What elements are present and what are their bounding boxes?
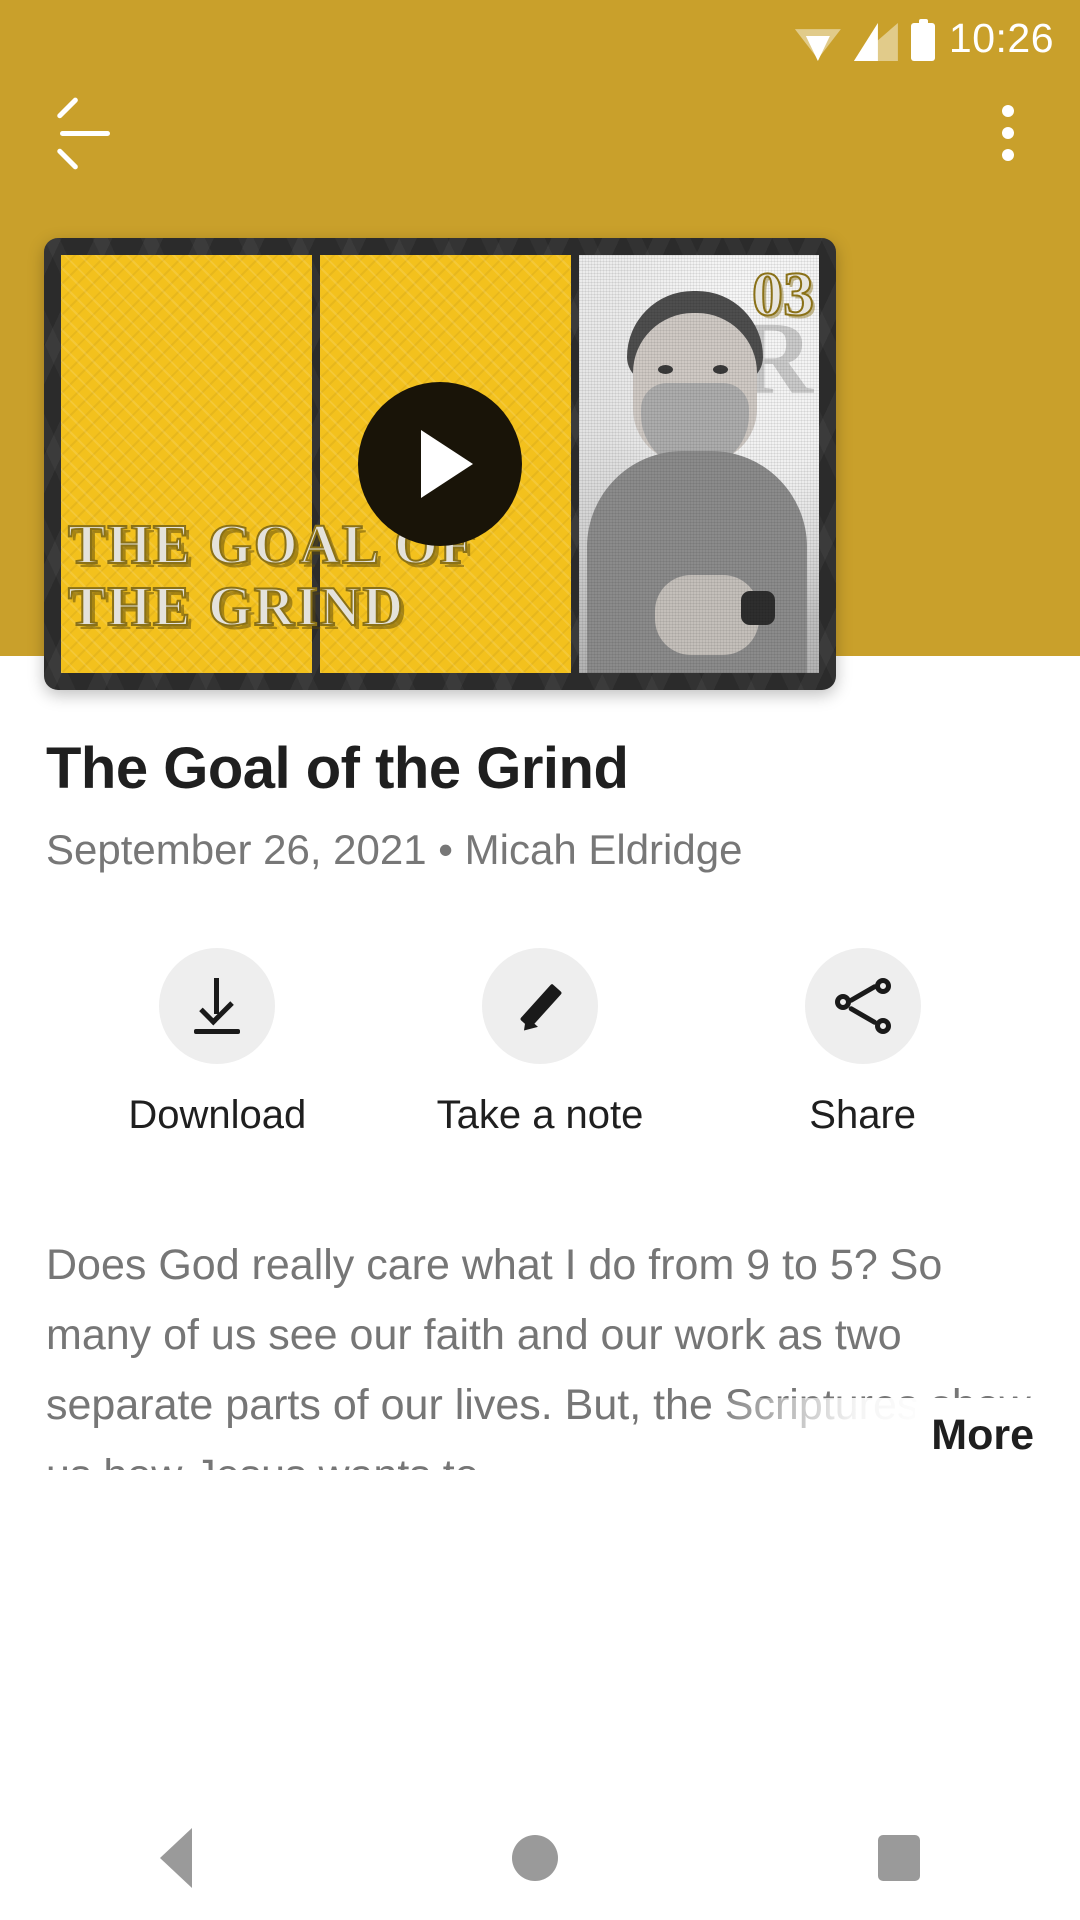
status-bar-clock: 10:26 <box>948 15 1054 61</box>
battery-icon <box>910 19 935 61</box>
take-note-label: Take a note <box>436 1093 644 1137</box>
share-button[interactable] <box>804 948 921 1064</box>
action-row: Download Take a note Share <box>0 948 1080 1138</box>
back-button[interactable] <box>36 78 132 188</box>
take-note-button[interactable] <box>482 948 598 1064</box>
artwork-panel-left <box>61 255 312 673</box>
episode-number: 03 <box>751 261 815 329</box>
overflow-menu-button[interactable] <box>960 78 1056 188</box>
video-thumbnail-card[interactable]: R 03 THE GOAL OF THE GRIND <box>44 238 836 690</box>
detail-content: The Goal of the Grind September 26, 2021… <box>0 700 1080 1470</box>
status-bar: 10:26 <box>0 0 1080 76</box>
back-arrow-icon <box>56 96 110 171</box>
share-action[interactable]: Share <box>701 948 1024 1138</box>
more-vertical-icon <box>1002 105 1014 117</box>
app-bar <box>0 78 1080 188</box>
download-label: Download <box>128 1093 307 1137</box>
more-button[interactable]: More <box>915 1404 1034 1466</box>
page-title: The Goal of the Grind <box>46 736 629 801</box>
description-text: Does God really care what I do from 9 to… <box>46 1241 1031 1470</box>
wifi-icon <box>794 23 841 61</box>
system-navigation-bar <box>0 1796 1080 1920</box>
share-label: Share <box>809 1093 917 1137</box>
download-button[interactable] <box>159 948 276 1064</box>
download-action[interactable]: Download <box>56 948 379 1138</box>
play-icon <box>421 430 473 498</box>
nav-recents-icon[interactable] <box>878 1835 920 1881</box>
share-icon <box>834 978 891 1034</box>
description-block: Does God really care what I do from 9 to… <box>46 1230 1034 1470</box>
sermon-detail-screen: 10:26 R <box>0 0 1080 1920</box>
status-bar-icons <box>794 15 935 61</box>
signal-icon <box>853 23 898 61</box>
sermon-meta: September 26, 2021 • Micah Eldridge <box>46 826 743 873</box>
nav-back-icon[interactable] <box>160 1828 192 1888</box>
nav-home-icon[interactable] <box>512 1835 558 1881</box>
pencil-icon <box>512 978 568 1036</box>
play-button[interactable] <box>358 382 522 546</box>
download-icon <box>190 978 244 1034</box>
take-note-action[interactable]: Take a note <box>379 948 702 1138</box>
